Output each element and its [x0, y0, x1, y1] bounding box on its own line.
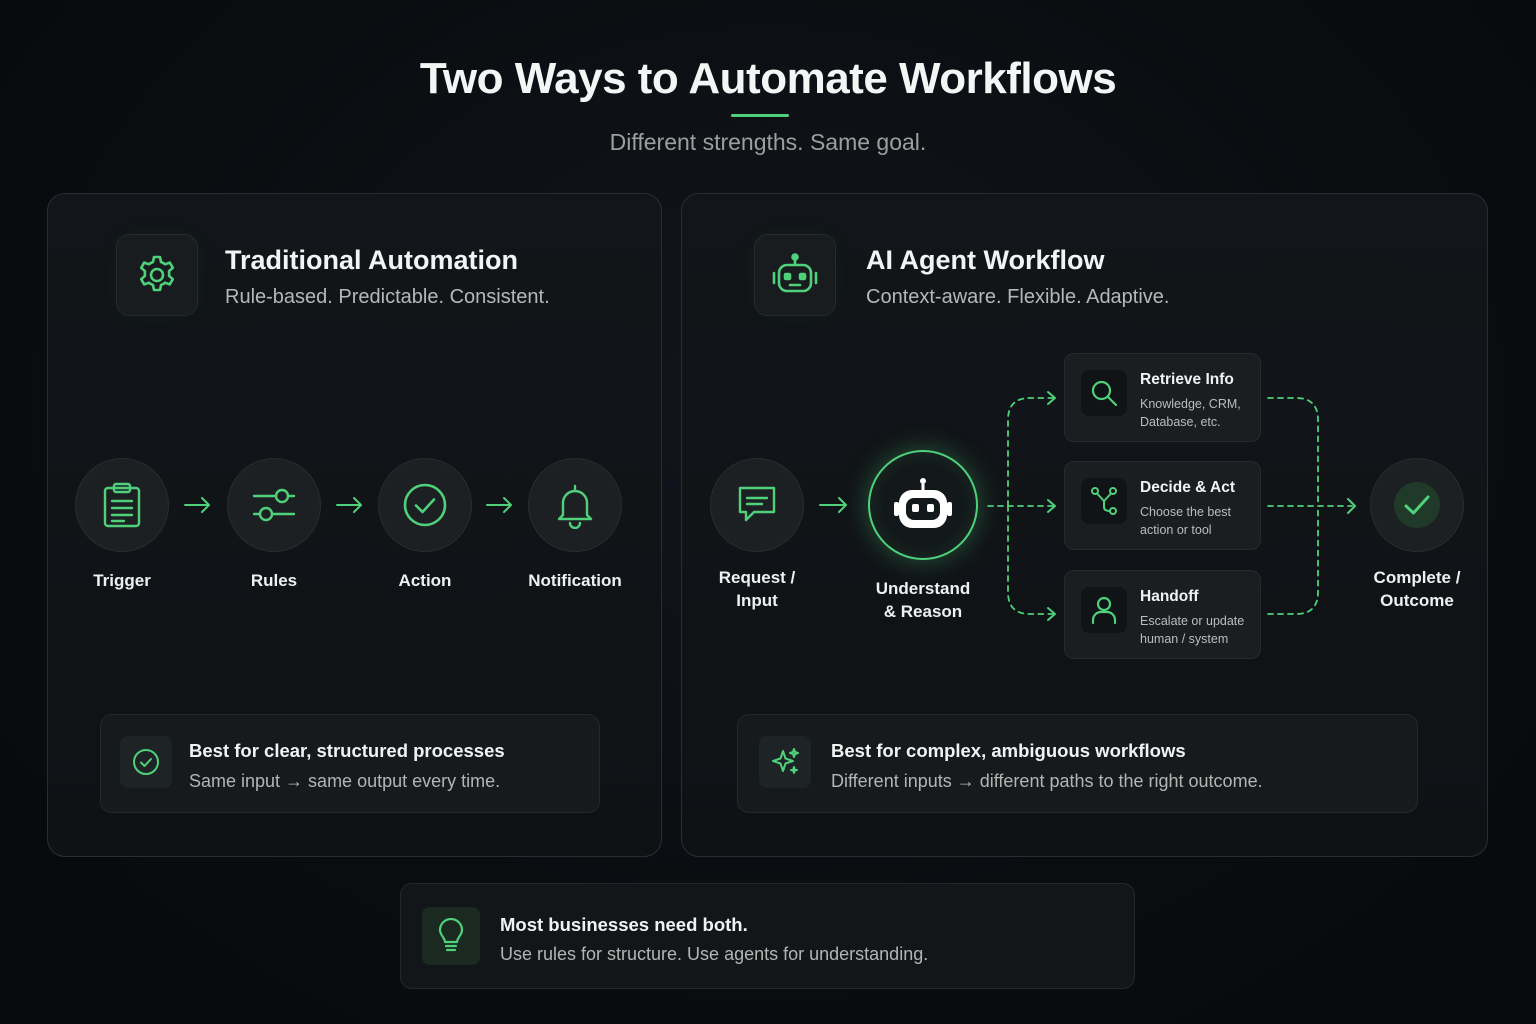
agent-title: AI Agent Workflow: [866, 245, 1105, 275]
option-handoff: Handoff Escalate or update human / syste…: [1064, 570, 1261, 659]
arrow-right-icon: [336, 497, 362, 513]
chat-icon: [738, 486, 776, 522]
page-title: Two Ways to Automate Workflows: [419, 54, 1117, 103]
summary-text: Use rules for structure. Use agents for …: [500, 944, 929, 964]
label-line: Outcome: [1380, 591, 1454, 610]
step-trigger: [75, 458, 169, 552]
arrow-right-icon: [819, 497, 847, 513]
step-complete-outcome: [1370, 458, 1464, 552]
check-circle-icon: [403, 483, 447, 527]
check-circle-icon: [120, 736, 172, 788]
agent-callout-title: Best for complex, ambiguous workflows: [831, 740, 1186, 761]
option-retrieve-info: Retrieve Info Knowledge, CRM, Database, …: [1064, 353, 1261, 442]
option-title: Handoff: [1140, 588, 1199, 605]
option-desc: Escalate or update human / system: [1140, 614, 1245, 646]
step-label-rules: Rules: [250, 571, 298, 590]
clipboard-icon: [103, 482, 141, 528]
person-icon: [1081, 587, 1127, 633]
summary-title: Most businesses need both.: [500, 914, 748, 935]
step-label-request-input: Request / Input: [682, 566, 832, 612]
bell-icon: [557, 484, 593, 529]
label-line: & Reason: [883, 602, 963, 621]
robot-icon: [894, 478, 952, 528]
label-line: Understand: [875, 579, 971, 598]
step-notification: [528, 458, 622, 552]
option-title: Decide & Act: [1140, 479, 1236, 496]
arrow-right-icon: [486, 497, 512, 513]
step-understand-reason: [868, 450, 978, 560]
step-label-complete-outcome: Complete / Outcome: [1342, 566, 1492, 612]
traditional-subtitle: Rule-based. Predictable. Consistent.: [225, 286, 550, 308]
step-label-trigger: Trigger: [93, 571, 151, 590]
sparkle-icon: [759, 736, 811, 788]
agent-subtitle: Context-aware. Flexible. Adaptive.: [866, 286, 1170, 308]
arrow-right-icon: [184, 497, 210, 513]
option-desc: Choose the best action or tool: [1140, 505, 1232, 537]
step-rules: [227, 458, 321, 552]
option-desc: Knowledge, CRM, Database, etc.: [1140, 397, 1241, 429]
sliders-icon: [252, 488, 296, 522]
step-action: [378, 458, 472, 552]
option-title: Retrieve Info: [1140, 371, 1234, 388]
robot-icon: [754, 234, 836, 316]
gear-icon: [116, 234, 198, 316]
summary-card: Most businesses need both. Use rules for…: [400, 883, 1135, 989]
label-line: Input: [736, 591, 778, 610]
checkmark-icon: [1394, 482, 1440, 528]
search-icon: [1081, 370, 1127, 416]
step-label-understand-reason: Understand & Reason: [848, 577, 998, 623]
traditional-callout-text: Same input → same output every time.: [189, 771, 501, 791]
step-label-action: Action: [398, 571, 452, 590]
page-subtitle: Different strengths. Same goal.: [609, 129, 927, 155]
branch-icon: [1081, 478, 1127, 524]
traditional-title: Traditional Automation: [225, 245, 518, 275]
agent-callout: Best for complex, ambiguous workflows Di…: [737, 714, 1418, 813]
label-line: Complete /: [1373, 568, 1461, 587]
page: Two Ways to Automate Workflows Different…: [0, 0, 1536, 1024]
traditional-callout-title: Best for clear, structured processes: [189, 740, 505, 761]
step-label-notification: Notification: [528, 571, 622, 590]
step-request-input: [710, 458, 804, 552]
traditional-callout: Best for clear, structured processes Sam…: [100, 714, 600, 813]
title-underline: [731, 114, 789, 117]
label-line: Request /: [718, 568, 796, 587]
agent-callout-text: Different inputs → different paths to th…: [831, 771, 1263, 791]
lightbulb-icon: [422, 907, 480, 965]
option-decide-act: Decide & Act Choose the best action or t…: [1064, 461, 1261, 550]
